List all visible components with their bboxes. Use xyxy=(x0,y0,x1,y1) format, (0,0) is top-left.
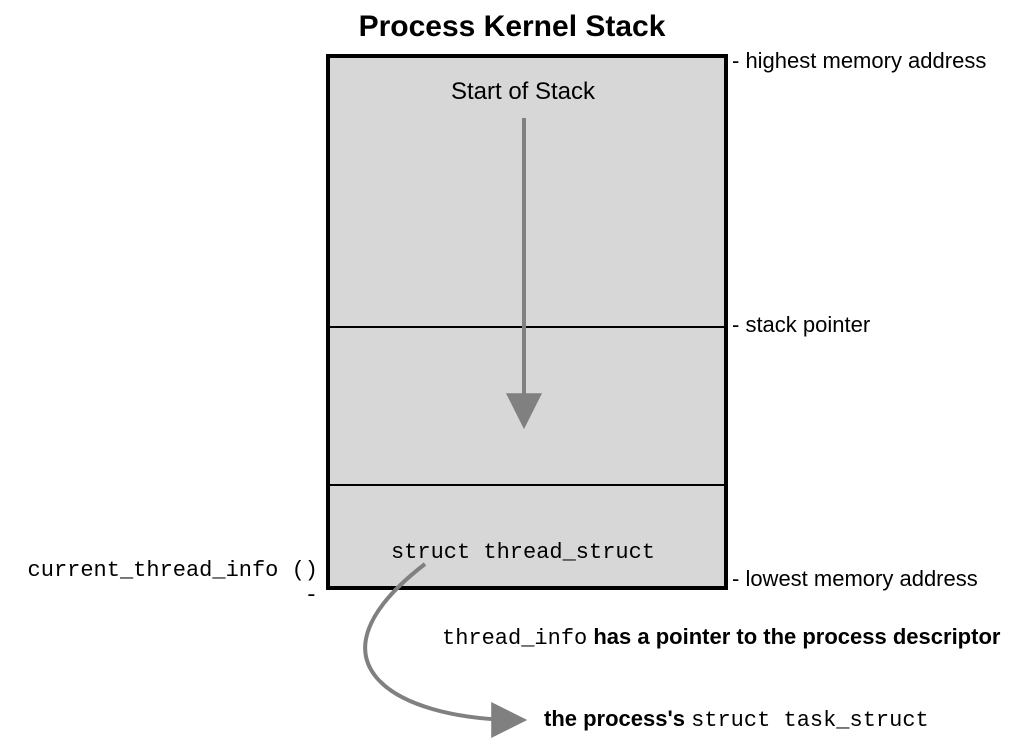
arrow-curve-icon xyxy=(365,564,520,720)
arrows-svg xyxy=(0,0,1024,755)
